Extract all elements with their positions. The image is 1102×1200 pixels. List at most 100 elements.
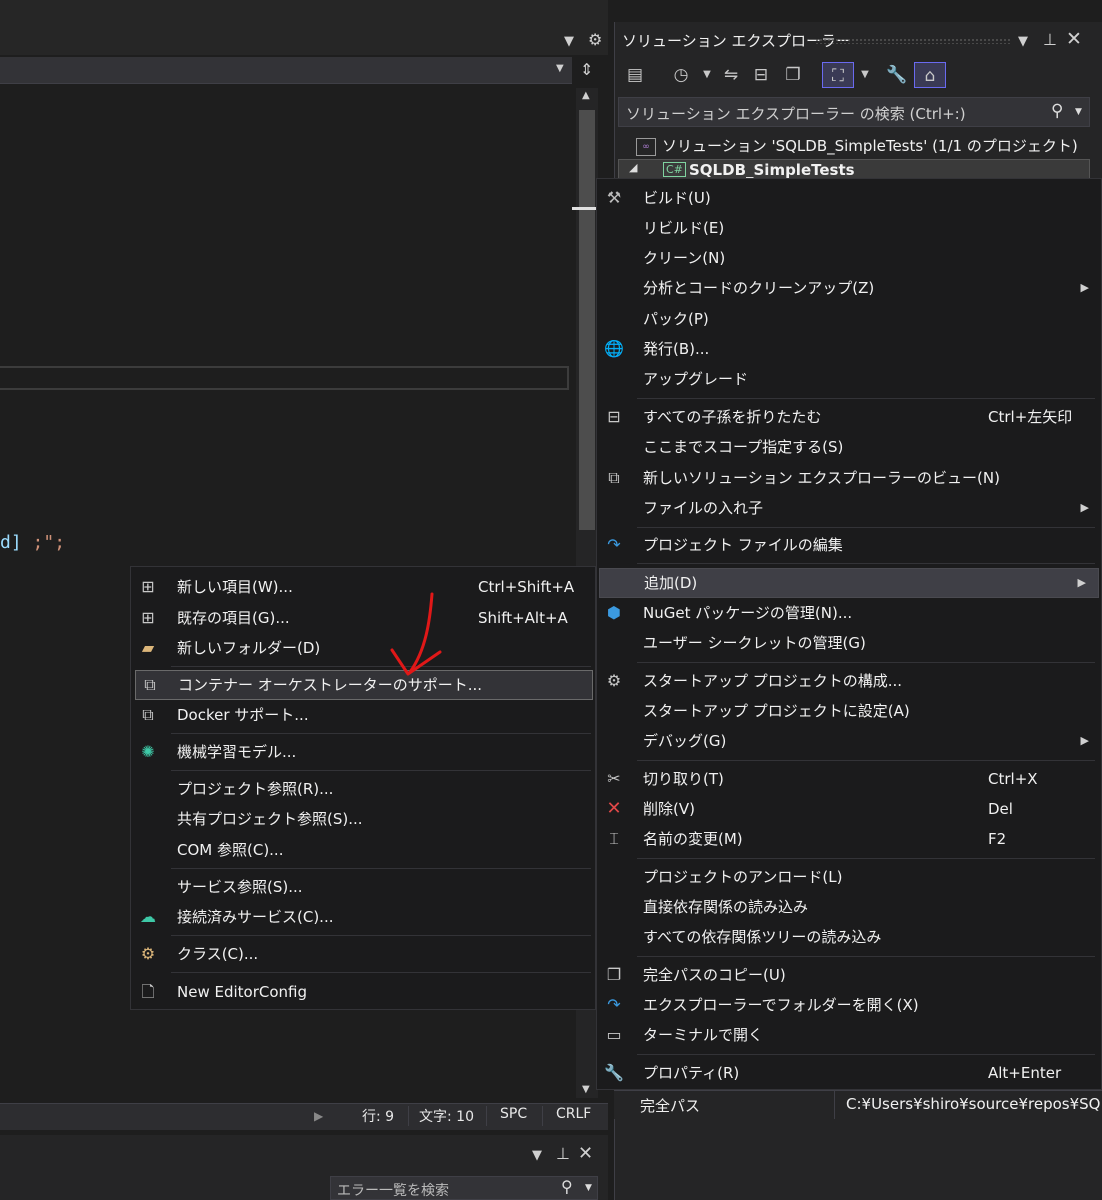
submenu-item-container-orchestrator[interactable]: ⧉ コンテナー オーケストレーターのサポート... bbox=[135, 670, 593, 700]
chevron-down-icon[interactable]: ▼ bbox=[1075, 107, 1082, 117]
menu-item-edit-project-file[interactable]: ↷ プロジェクト ファイルの編集 bbox=[597, 531, 1101, 559]
menu-item-clean[interactable]: クリーン(N) bbox=[597, 244, 1101, 272]
submenu-item-com-reference[interactable]: COM 参照(C)... bbox=[131, 836, 595, 864]
menu-item-set-startup[interactable]: スタートアップ プロジェクトに設定(A) bbox=[597, 697, 1101, 725]
menu-item-user-secrets[interactable]: ユーザー シークレットの管理(G) bbox=[597, 629, 1101, 657]
menu-separator bbox=[171, 770, 591, 771]
submenu-item-project-reference[interactable]: プロジェクト参照(R)... bbox=[131, 775, 595, 803]
panel-menu-icon[interactable]: ▼ bbox=[532, 1148, 542, 1163]
menu-item-label: 追加(D) bbox=[644, 574, 698, 592]
menu-item-load-direct-deps[interactable]: 直接依存関係の読み込み bbox=[597, 893, 1101, 921]
menu-item-open-in-explorer[interactable]: ↷ エクスプローラーでフォルダーを開く(X) bbox=[597, 991, 1101, 1019]
menu-item-rebuild[interactable]: リビルド(E) bbox=[597, 214, 1101, 242]
split-editor-icon[interactable]: ⇕ bbox=[580, 60, 593, 79]
menu-item-publish[interactable]: 🌐 発行(B)... bbox=[597, 335, 1101, 363]
show-all-files-icon[interactable]: ❐ bbox=[780, 62, 806, 88]
collapse-all-icon[interactable]: ⊟ bbox=[748, 62, 774, 88]
status-spc[interactable]: SPC bbox=[500, 1106, 527, 1122]
menu-item-delete[interactable]: ✕ 削除(V) Del bbox=[597, 795, 1101, 823]
submenu-item-new-folder[interactable]: ▰ 新しいフォルダー(D) bbox=[131, 634, 595, 662]
chevron-down-icon[interactable]: ▼ bbox=[852, 62, 878, 88]
pin-icon[interactable]: ⊥ bbox=[1043, 30, 1057, 49]
copy-icon: ❐ bbox=[606, 965, 622, 984]
close-icon[interactable]: ✕ bbox=[1066, 28, 1082, 50]
new-view-icon: ⧉ bbox=[608, 468, 620, 487]
tree-item-solution[interactable]: ∞ ソリューション 'SQLDB_SimpleTests' (1/1 のプロジェク… bbox=[636, 135, 1078, 156]
menu-item-configure-startup[interactable]: ⚙ スタートアップ プロジェクトの構成... bbox=[597, 667, 1101, 695]
submenu-item-shared-project-reference[interactable]: 共有プロジェクト参照(S)... bbox=[131, 805, 595, 833]
close-icon[interactable]: ✕ bbox=[578, 1143, 593, 1164]
menu-shortcut: Ctrl+Shift+A bbox=[478, 578, 575, 596]
menu-item-label: スタートアップ プロジェクトに設定(A) bbox=[643, 702, 910, 720]
switch-views-icon[interactable]: ▤ bbox=[622, 62, 648, 88]
navigation-dropdown[interactable]: ▼ bbox=[0, 57, 572, 84]
menu-item-new-view[interactable]: ⧉ 新しいソリューション エクスプローラーのビュー(N) bbox=[597, 464, 1101, 492]
menu-separator bbox=[637, 563, 1095, 564]
code-token: d] bbox=[0, 532, 22, 553]
submenu-arrow-icon: ▶ bbox=[1080, 281, 1089, 294]
status-char[interactable]: 文字: 10 bbox=[419, 1106, 474, 1126]
sync-icon[interactable]: ⇋ bbox=[718, 62, 744, 88]
submenu-item-docker-support[interactable]: ⧉ Docker サポート... bbox=[131, 701, 595, 729]
menu-item-label: アップグレード bbox=[643, 370, 749, 388]
menu-item-upgrade[interactable]: アップグレード bbox=[597, 365, 1101, 393]
menu-item-scope-to-this[interactable]: ここまでスコープ指定する(S) bbox=[597, 433, 1101, 461]
menu-item-debug[interactable]: デバッグ(G) ▶ bbox=[597, 727, 1101, 755]
menu-item-pack[interactable]: パック(P) bbox=[597, 305, 1101, 333]
menu-separator bbox=[637, 956, 1095, 957]
status-line[interactable]: 行: 9 bbox=[362, 1106, 394, 1126]
menu-item-properties[interactable]: 🔧 プロパティ(R) Alt+Enter bbox=[597, 1059, 1101, 1087]
search-icon[interactable]: ⚲ bbox=[1051, 101, 1063, 121]
submenu-item-existing-item[interactable]: ⊞ 既存の項目(G)... Shift+Alt+A bbox=[131, 604, 595, 632]
menu-item-label: プロジェクトのアンロード(L) bbox=[643, 868, 843, 886]
search-icon[interactable]: ⚲ bbox=[561, 1177, 573, 1196]
submenu-item-new-item[interactable]: ⊞ 新しい項目(W)... Ctrl+Shift+A bbox=[131, 573, 595, 601]
wrench-icon[interactable]: 🔧 bbox=[884, 62, 910, 88]
submenu-item-new-editorconfig[interactable]: 🗋 New EditorConfig bbox=[131, 978, 595, 1006]
gear-icon[interactable]: ⚙ bbox=[588, 30, 602, 49]
menu-item-label: 名前の変更(M) bbox=[643, 830, 743, 848]
status-crlf[interactable]: CRLF bbox=[556, 1106, 591, 1122]
menu-item-add[interactable]: 追加(D) ▶ bbox=[599, 568, 1099, 598]
filter-icon[interactable]: ⛶ bbox=[822, 62, 854, 88]
pin-icon[interactable]: ⊥ bbox=[556, 1144, 570, 1163]
submenu-item-service-reference[interactable]: サービス参照(S)... bbox=[131, 873, 595, 901]
scrollbar-thumb[interactable] bbox=[579, 110, 595, 530]
menu-item-copy-full-path[interactable]: ❐ 完全パスのコピー(U) bbox=[597, 961, 1101, 989]
chevron-down-icon[interactable]: ▼ bbox=[585, 1183, 592, 1193]
menu-item-label: ターミナルで開く bbox=[643, 1026, 764, 1044]
tab-list-dropdown-icon[interactable]: ▼ bbox=[564, 34, 574, 49]
scroll-up-icon[interactable]: ▲ bbox=[582, 90, 590, 101]
docker-icon: ⧉ bbox=[142, 705, 154, 724]
window-menu-icon[interactable]: ▼ bbox=[1018, 34, 1028, 49]
menu-item-collapse-all[interactable]: ⊟ すべての子孫を折りたたむ Ctrl+左矢印 bbox=[597, 403, 1101, 431]
tree-item-project[interactable]: ◢ C# SQLDB_SimpleTests bbox=[618, 159, 1090, 179]
menu-item-cut[interactable]: ✂ 切り取り(T) Ctrl+X bbox=[597, 765, 1101, 793]
scroll-down-icon[interactable]: ▼ bbox=[582, 1084, 590, 1095]
menu-item-analyze[interactable]: 分析とコードのクリーンアップ(Z) ▶ bbox=[597, 274, 1101, 302]
expand-arrow-icon[interactable]: ◢ bbox=[629, 161, 637, 174]
menu-item-label: パック(P) bbox=[643, 310, 709, 328]
annotation-arrow bbox=[390, 592, 442, 676]
drag-grip[interactable] bbox=[815, 38, 1010, 44]
menu-item-open-terminal[interactable]: ▭ ターミナルで開く bbox=[597, 1021, 1101, 1049]
submenu-item-connected-service[interactable]: ☁ 接続済みサービス(C)... bbox=[131, 903, 595, 931]
menu-item-nuget[interactable]: ⬢ NuGet パッケージの管理(N)... bbox=[597, 599, 1101, 627]
menu-item-file-nesting[interactable]: ファイルの入れ子 ▶ bbox=[597, 494, 1101, 522]
chevron-down-icon[interactable]: ▼ bbox=[694, 62, 720, 88]
menu-item-unload-project[interactable]: プロジェクトのアンロード(L) bbox=[597, 863, 1101, 891]
menu-item-build[interactable]: ⚒ ビルド(U) bbox=[597, 184, 1101, 212]
menu-item-load-all-deps[interactable]: すべての依存関係ツリーの読み込み bbox=[597, 923, 1101, 951]
scroll-right-icon[interactable]: ▶ bbox=[314, 1109, 323, 1123]
code-line[interactable]: d] ;"; bbox=[0, 532, 65, 553]
menu-shortcut: Shift+Alt+A bbox=[478, 609, 568, 627]
pending-changes-icon[interactable]: ◷ bbox=[668, 62, 694, 88]
submenu-item-class[interactable]: ⚙ クラス(C)... bbox=[131, 940, 595, 968]
globe-icon: 🌐 bbox=[604, 339, 624, 358]
preview-selected-icon[interactable]: ⌂ bbox=[914, 62, 946, 88]
property-value[interactable]: C:¥Users¥shiro¥source¥repos¥SQ bbox=[846, 1095, 1100, 1113]
submenu-item-ml-model[interactable]: ✺ 機械学習モデル... bbox=[131, 738, 595, 766]
menu-item-rename[interactable]: ⌶ 名前の変更(M) F2 bbox=[597, 825, 1101, 853]
error-search-input[interactable]: エラー一覧を検索 ⚲ ▼ bbox=[330, 1176, 598, 1200]
existing-item-icon: ⊞ bbox=[141, 608, 155, 627]
